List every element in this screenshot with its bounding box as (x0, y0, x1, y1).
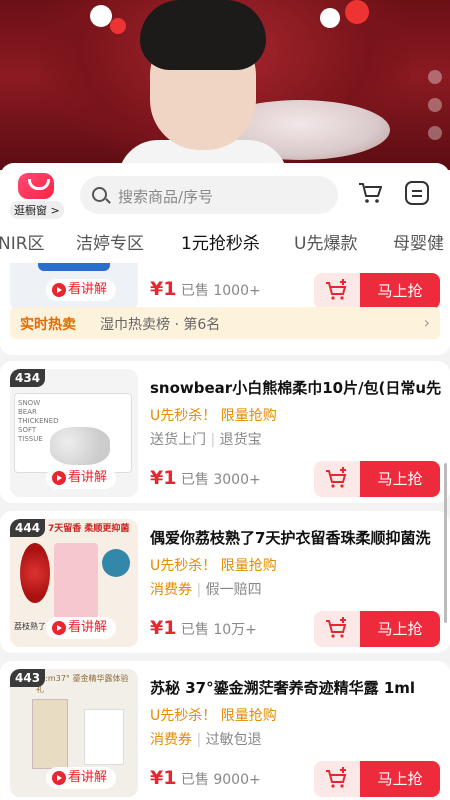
add-to-cart-button[interactable] (314, 761, 360, 797)
search-input[interactable]: 搜索商品/序号 (80, 176, 338, 214)
cart-icon[interactable] (358, 181, 382, 205)
cart-plus-icon (326, 279, 347, 300)
product-price: ¥1 已售 10万+ (150, 617, 257, 639)
explain-button[interactable]: 看讲解 (46, 617, 116, 639)
tab-nir[interactable]: NIR区 (0, 229, 45, 254)
product-title: 苏秘 37°鎏金溯茫奢养奇迹精华露 1ml (150, 679, 416, 697)
product-title: 偶爱你荔枝熟了7天护衣留香珠柔顺抑菌洗 (150, 529, 431, 547)
product-price: ¥1 已售 1000+ (150, 278, 261, 300)
product-thumbnail: 7天留香 柔顺更抑菌 荔枝熟了 444 看讲解 (10, 519, 138, 647)
product-card[interactable]: 看讲解 ¥1 已售 1000+ 马上抢 实时热卖 湿巾热卖榜 · 第6名 › (0, 263, 450, 355)
explain-button[interactable]: 看讲解 (46, 279, 116, 301)
sheet-header: 逛橱窗 > 搜索商品/序号 (0, 163, 450, 223)
promo-text: U先秒杀！ 限量抢购 (150, 558, 277, 574)
hot-sales-banner[interactable]: 实时热卖 湿巾热卖榜 · 第6名 › (10, 307, 440, 339)
category-tabs: NIR区 洁婷专区 1元抢秒杀 U先爆款 母婴健 (0, 223, 450, 263)
product-list[interactable]: 看讲解 ¥1 已售 1000+ 马上抢 实时热卖 湿巾热卖榜 · 第6名 › S… (0, 263, 450, 800)
tab-1yuan-flash[interactable]: 1元抢秒杀 (181, 229, 260, 254)
tab-jieting[interactable]: 洁婷专区 (76, 229, 144, 254)
add-to-cart-button[interactable] (314, 611, 360, 647)
search-placeholder: 搜索商品/序号 (118, 188, 214, 206)
product-price: ¥1 已售 9000+ (150, 767, 261, 789)
tab-u-hot[interactable]: U先爆款 (294, 229, 357, 254)
balloon (90, 5, 112, 27)
product-card[interactable]: 7天留香 柔顺更抑菌 荔枝熟了 444 看讲解 偶爱你荔枝熟了7天护衣留香珠柔顺… (0, 511, 450, 653)
explain-button[interactable]: 看讲解 (46, 767, 116, 789)
explain-button[interactable]: 看讲解 (46, 467, 116, 489)
tab-baby[interactable]: 母婴健 (393, 229, 444, 254)
search-icon (92, 187, 107, 202)
product-sheet: 逛橱窗 > 搜索商品/序号 NIR区 洁婷专区 1元抢秒杀 U先爆款 母婴健 看… (0, 163, 450, 800)
cart-plus-icon (326, 467, 347, 488)
add-to-cart-button[interactable] (314, 461, 360, 497)
product-thumbnail: su:m37° 鎏金精华露体验礼 443 看讲解 (10, 669, 138, 797)
buy-now-button[interactable]: 马上抢 (360, 273, 440, 309)
buy-group: 马上抢 (314, 273, 440, 309)
shop-window-label: 逛橱窗 > (10, 201, 64, 219)
hot-sales-key: 实时热卖 (20, 317, 76, 333)
buy-now-button[interactable]: 马上抢 (360, 761, 440, 797)
rank-badge: 443 (10, 669, 46, 687)
product-tags: 送货上门 | 退货宝 (150, 432, 262, 448)
shop-window-button[interactable]: 逛橱窗 > (10, 173, 64, 223)
hot-sales-text: 湿巾热卖榜 · 第6名 (100, 317, 221, 333)
balloon (320, 8, 340, 28)
live-stream-video[interactable] (0, 0, 450, 170)
cart-plus-icon (326, 617, 347, 638)
add-to-cart-button[interactable] (314, 273, 360, 309)
cart-plus-icon (326, 767, 347, 788)
list-scrollbar[interactable] (444, 463, 447, 623)
product-card[interactable]: SNOW BEAR THICKENED SOFT TISSUE 434 看讲解 … (0, 361, 450, 503)
buy-now-button[interactable]: 马上抢 (360, 461, 440, 497)
rank-badge: 444 (10, 519, 46, 537)
streamer (118, 0, 288, 170)
buy-group: 马上抢 (314, 461, 440, 497)
product-tags: 消费券 | 假一赔四 (150, 582, 262, 598)
buy-group: 马上抢 (314, 611, 440, 647)
rank-badge: 434 (10, 369, 46, 387)
product-thumbnail: 看讲解 (10, 263, 138, 311)
product-thumbnail: SNOW BEAR THICKENED SOFT TISSUE 434 看讲解 (10, 369, 138, 497)
promo-text: U先秒杀！ 限量抢购 (150, 408, 277, 424)
stream-controls (428, 70, 442, 140)
shopping-bag-icon (18, 173, 54, 199)
product-price: ¥1 已售 3000+ (150, 467, 261, 489)
product-title: snowbear小白熊棉柔巾10片/包(日常u先 (150, 379, 442, 397)
balloon (110, 18, 126, 34)
promo-text: U先秒杀！ 限量抢购 (150, 708, 277, 724)
product-tags: 消费券 | 过敏包退 (150, 732, 262, 748)
chevron-right-icon: › (423, 313, 430, 332)
balloon (345, 0, 369, 24)
product-card[interactable]: su:m37° 鎏金精华露体验礼 443 看讲解 苏秘 37°鎏金溯茫奢养奇迹精… (0, 661, 450, 800)
buy-now-button[interactable]: 马上抢 (360, 611, 440, 647)
order-list-icon[interactable] (405, 181, 429, 205)
buy-group: 马上抢 (314, 761, 440, 797)
